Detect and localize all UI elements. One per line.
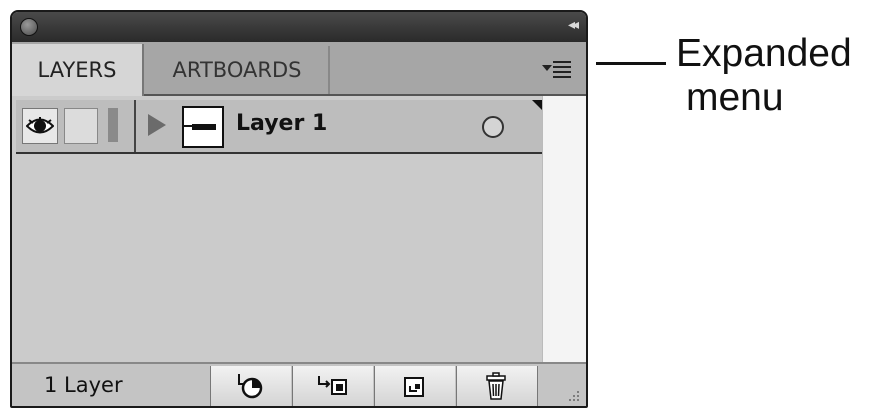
locate-object-icon — [238, 374, 263, 399]
layer-row[interactable]: Layer 1 — [16, 100, 542, 154]
panel-footer: 1 Layer — [12, 362, 586, 406]
layer-count: 1 Layer — [44, 373, 123, 397]
delete-layer-button[interactable] — [456, 366, 538, 406]
panel-menu-icon[interactable] — [542, 56, 572, 80]
layers-panel: ◂◂ LAYERS ARTBOARDS Layer 1 1 Layer — [10, 10, 588, 408]
visibility-toggle[interactable] — [22, 108, 58, 144]
create-new-sublayer-icon — [404, 377, 424, 397]
trash-icon — [486, 372, 506, 400]
collapse-panel-icon[interactable]: ◂◂ — [568, 17, 579, 33]
expand-triangle-icon[interactable] — [148, 114, 166, 136]
callout-line-2: menu — [686, 76, 784, 119]
callout-line-1: Expanded — [676, 32, 852, 75]
tab-artboards[interactable]: ARTBOARDS — [146, 46, 330, 94]
lock-toggle[interactable] — [64, 108, 98, 144]
eye-icon — [26, 117, 54, 134]
current-layer-indicator — [532, 100, 542, 110]
create-new-sublayer-button[interactable] — [374, 366, 455, 406]
make-clipping-mask-button[interactable] — [292, 366, 373, 406]
callout-label: Expanded menu — [676, 32, 852, 120]
layer-controls — [16, 100, 136, 152]
make-clipping-mask-icon — [318, 376, 347, 395]
layer-color-indicator — [108, 108, 118, 142]
target-icon[interactable] — [482, 116, 504, 138]
close-icon[interactable] — [20, 18, 38, 36]
layer-thumbnail — [182, 106, 224, 148]
panel-titlebar[interactable]: ◂◂ — [12, 12, 586, 42]
locate-object-button[interactable] — [210, 366, 291, 406]
tab-bar: LAYERS ARTBOARDS — [12, 42, 586, 96]
tab-layers[interactable]: LAYERS — [12, 44, 144, 96]
callout-leader-line — [596, 62, 666, 65]
layer-name[interactable]: Layer 1 — [236, 111, 327, 136]
resize-grip-icon[interactable] — [566, 388, 580, 402]
layers-list: Layer 1 — [12, 96, 542, 362]
scrollbar[interactable] — [542, 96, 586, 362]
